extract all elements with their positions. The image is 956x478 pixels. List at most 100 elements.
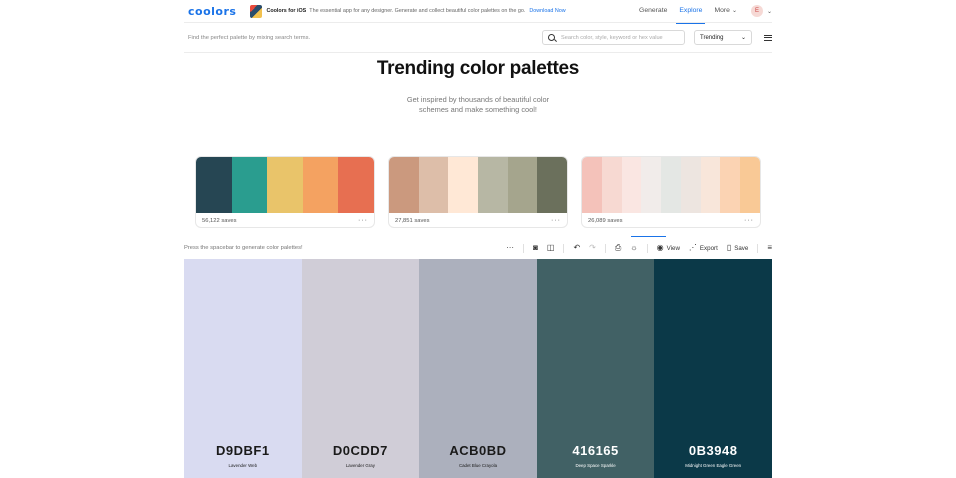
color-hex[interactable]: D9DBF1 <box>216 443 270 458</box>
generator-toolbar: Press the spacebar to generate color pal… <box>184 238 772 258</box>
view-active-indicator <box>631 236 666 237</box>
color-name: Lavender Web <box>228 463 258 468</box>
sort-select[interactable]: Trending ⌄ <box>694 30 752 45</box>
color-hex[interactable]: D0CDD7 <box>333 443 388 458</box>
palette-swatch[interactable] <box>389 157 419 213</box>
color-name: Deep Space Sparkle <box>575 463 616 468</box>
nav-generate[interactable]: Generate <box>633 0 673 23</box>
share-icon: ⋰ <box>688 243 697 252</box>
color-hex[interactable]: 0B3948 <box>689 443 738 458</box>
palette-swatch[interactable] <box>478 157 508 213</box>
chevron-down-icon[interactable]: ⌄ <box>767 8 772 15</box>
palette-card[interactable]: 26,089 saves ··· <box>581 156 761 228</box>
print-icon[interactable]: ⎙ <box>615 244 621 252</box>
color-column[interactable]: 416165 Deep Space Sparkle <box>536 259 655 478</box>
more-options-icon[interactable]: ··· <box>506 244 514 252</box>
coolors-logo[interactable]: coolors <box>188 5 236 18</box>
palette-swatch[interactable] <box>196 157 232 213</box>
more-options-icon[interactable]: ··· <box>744 217 754 224</box>
palette-swatch[interactable] <box>537 157 567 213</box>
search-icon <box>548 34 555 41</box>
more-options-icon[interactable]: ··· <box>551 217 561 224</box>
top-navbar: coolors Coolors for iOS The essential ap… <box>184 0 772 24</box>
divider <box>646 243 648 253</box>
search-hint: Find the perfect palette by mixing searc… <box>188 34 311 41</box>
redo-icon[interactable]: ↷ <box>589 244 596 252</box>
ios-promo-title: Coolors for iOS <box>266 8 307 14</box>
palette-card[interactable]: 56,122 saves ··· <box>195 156 375 228</box>
palette-swatch[interactable] <box>680 157 701 213</box>
palette-swatch[interactable] <box>231 157 268 213</box>
more-options-icon[interactable]: ··· <box>358 217 368 224</box>
color-name: Cadet Blue Crayola <box>458 463 498 468</box>
palette-card[interactable]: 27,851 saves ··· <box>388 156 568 228</box>
page: coolors Coolors for iOS The essential ap… <box>0 0 956 478</box>
palette-swatch[interactable] <box>641 157 662 213</box>
search-row: Find the perfect palette by mixing searc… <box>184 23 772 53</box>
search-box[interactable] <box>542 30 685 45</box>
save-label: Save <box>734 244 749 252</box>
palette-card-footer: 56,122 saves ··· <box>196 213 374 227</box>
palette-card-footer: 27,851 saves ··· <box>389 213 567 227</box>
chevron-down-icon: ⌄ <box>731 7 737 14</box>
nav-explore[interactable]: Explore <box>673 0 708 24</box>
color-name: Midnight Green Eagle Green <box>685 463 742 468</box>
color-column[interactable]: D9DBF1 Lavender Web <box>184 259 302 478</box>
subtitle-line-1: Get inspired by thousands of beautiful c… <box>406 95 550 104</box>
page-subtitle: Get inspired by thousands of beautiful c… <box>0 95 956 115</box>
export-label: Export <box>699 244 718 252</box>
color-column[interactable]: 0B3948 Midnight Green Eagle Green <box>654 259 772 478</box>
search-input[interactable] <box>561 34 681 41</box>
generator-tools: ··· ◙ ◫ ↶ ↷ ⎙ ☼ ◉ View ⋰ Export ▯ Save ≡ <box>506 243 772 253</box>
divider <box>604 243 606 253</box>
bookmark-icon: ▯ <box>726 243 732 252</box>
palette-swatch[interactable] <box>338 157 374 213</box>
avatar[interactable]: E <box>750 5 763 17</box>
saves-count: 56,122 saves <box>202 217 237 224</box>
divider <box>563 243 565 253</box>
hamburger-menu-icon[interactable] <box>764 34 772 41</box>
palette-strip[interactable] <box>389 157 567 213</box>
palette-swatch[interactable] <box>661 157 681 213</box>
palette-swatch[interactable] <box>740 157 760 213</box>
chevron-down-icon: ⌄ <box>740 35 746 41</box>
palette-card-footer: 26,089 saves ··· <box>582 213 760 227</box>
palette-swatch[interactable] <box>700 157 721 213</box>
palette-swatch[interactable] <box>302 157 339 213</box>
color-column[interactable]: D0CDD7 Lavender Gray <box>301 259 420 478</box>
palette-strip[interactable] <box>196 157 374 213</box>
palette-swatch[interactable] <box>621 157 642 213</box>
palette-swatch[interactable] <box>601 157 622 213</box>
color-hex[interactable]: ACB0BD <box>449 443 506 458</box>
palette-swatch[interactable] <box>720 157 741 213</box>
nav-more[interactable]: More ⌄ <box>708 0 743 23</box>
undo-icon[interactable]: ↶ <box>573 244 580 252</box>
view-button[interactable]: ◉ View <box>657 244 680 252</box>
saves-count: 26,089 saves <box>588 217 623 224</box>
color-hex[interactable]: 416165 <box>572 443 618 458</box>
subtitle-line-2: schemes and make something cool! <box>419 105 537 114</box>
ios-promo-text: The essential app for any designer. Gene… <box>309 8 526 14</box>
main-nav: Generate Explore More ⌄ E ⌄ <box>633 0 772 24</box>
camera-icon[interactable]: ◙ <box>533 244 538 252</box>
palette-swatch[interactable] <box>418 157 449 213</box>
export-button[interactable]: ⋰ Export <box>689 244 718 252</box>
brightness-icon[interactable]: ☼ <box>630 244 637 252</box>
divider <box>523 243 525 253</box>
saves-count: 27,851 saves <box>395 217 430 224</box>
hamburger-menu-icon[interactable]: ≡ <box>767 244 772 252</box>
palette-swatch[interactable] <box>582 157 602 213</box>
color-palette-generator: D9DBF1 Lavender Web D0CDD7 Lavender Gray… <box>184 259 772 478</box>
generator-hint: Press the spacebar to generate color pal… <box>184 245 303 251</box>
palette-swatch[interactable] <box>507 157 538 213</box>
save-button[interactable]: ▯ Save <box>727 244 749 252</box>
divider <box>757 243 759 253</box>
sidebar-toggle-icon[interactable]: ◫ <box>547 244 555 252</box>
download-now-link[interactable]: Download Now <box>529 8 565 14</box>
color-column[interactable]: ACB0BD Cadet Blue Crayola <box>419 259 537 478</box>
palette-swatch[interactable] <box>448 157 479 213</box>
palette-strip[interactable] <box>582 157 760 213</box>
view-label: View <box>666 244 680 252</box>
palette-swatch[interactable] <box>267 157 303 213</box>
nav-more-label: More <box>714 6 730 14</box>
